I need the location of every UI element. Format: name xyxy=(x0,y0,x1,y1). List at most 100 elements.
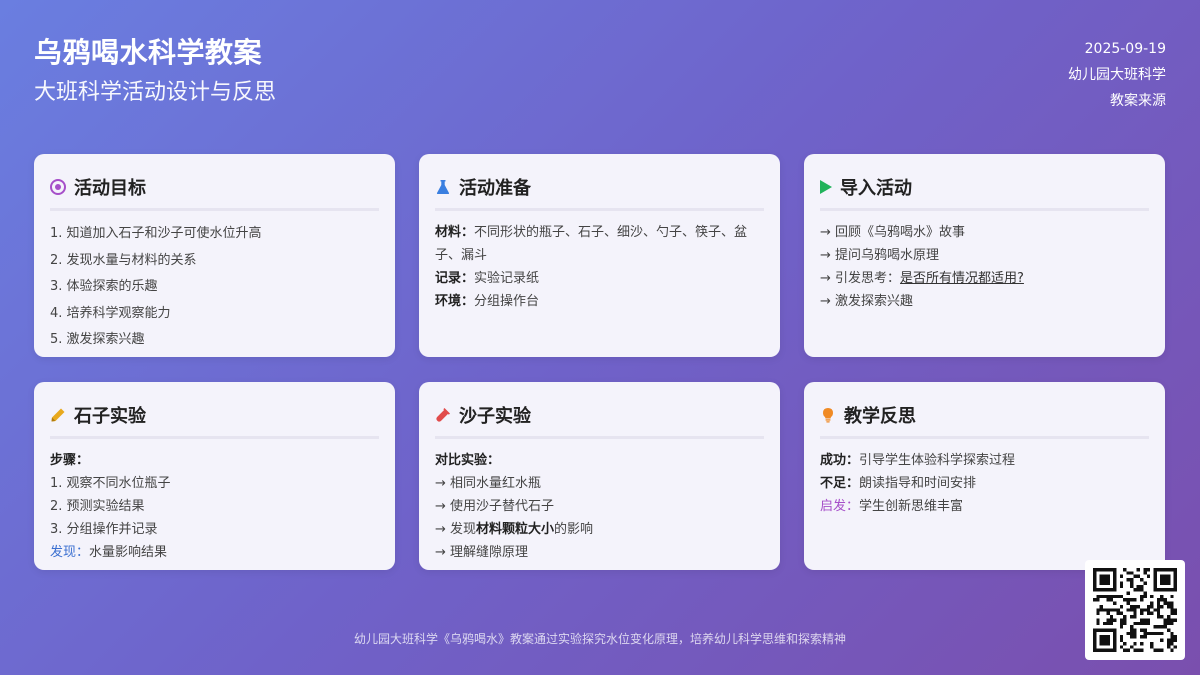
list-item: → 引发思考：是否所有情况都适用? xyxy=(820,267,1149,290)
insight-value: 学生创新思维丰富 xyxy=(859,499,964,514)
qr-module xyxy=(1096,594,1100,599)
qr-module xyxy=(1099,594,1104,599)
qr-module xyxy=(1129,584,1134,589)
card-intro: 导入活动 → 回顾《乌鸦喝水》故事 → 提问乌鸦喝水原理 → 引发思考：是否所有… xyxy=(804,154,1165,357)
finding-line: 发现：水量影响结果 xyxy=(50,541,379,564)
qr-module xyxy=(1140,594,1144,599)
materials-value: 不同形状的瓶子、石子、细沙、勺子、筷子、盆子、漏斗 xyxy=(435,225,748,263)
qr-module xyxy=(1156,601,1161,605)
qr-module xyxy=(1126,608,1130,612)
qr-module xyxy=(1156,611,1161,616)
qr-module xyxy=(1146,621,1151,626)
lack-value: 朗读指导和时间安排 xyxy=(859,476,977,491)
qr-module xyxy=(1119,611,1124,616)
qr-module xyxy=(1109,608,1114,612)
qr-module xyxy=(1126,591,1130,595)
qr-module xyxy=(1113,594,1117,599)
success-value: 引导学生体验科学探索过程 xyxy=(859,453,1016,468)
date-text: 2025-09-19 xyxy=(1084,41,1166,57)
flask-icon xyxy=(435,179,451,195)
qr-module xyxy=(1160,625,1164,629)
qr-module xyxy=(1129,615,1134,619)
qr-module xyxy=(1123,621,1127,626)
qr-module xyxy=(1106,594,1110,599)
qr-module xyxy=(1103,594,1107,599)
question-link[interactable]: 是否所有情况都适用? xyxy=(900,271,1024,286)
qr-module xyxy=(1163,598,1167,602)
qr-module xyxy=(1146,574,1151,579)
qr-module xyxy=(1106,608,1110,612)
qr-module xyxy=(1163,601,1167,605)
card-stone-header: 石子实验 xyxy=(50,402,379,439)
qr-module xyxy=(1166,601,1171,605)
qr-module xyxy=(1136,568,1141,572)
lack-line: 不足：朗读指导和时间安排 xyxy=(820,472,1149,495)
qr-module xyxy=(1123,615,1127,619)
list-item: 1. 观察不同水位瓶子 xyxy=(50,476,171,491)
qr-module xyxy=(1140,608,1144,612)
qr-module xyxy=(1093,598,1097,602)
qr-module xyxy=(1133,588,1137,592)
qr-module xyxy=(1109,621,1114,626)
qr-module xyxy=(1156,598,1161,602)
list-item: 1. 知道加入石子和沙子可使水位升高 xyxy=(50,226,262,241)
list-item: → 回顾《乌鸦喝水》故事 xyxy=(820,225,966,240)
prep-environment: 环境：分组操作台 xyxy=(435,290,764,313)
qr-module xyxy=(1140,598,1144,602)
qr-module xyxy=(1170,621,1174,626)
qr-module xyxy=(1150,594,1154,599)
qr-module xyxy=(1160,574,1171,585)
qr-module xyxy=(1129,608,1134,612)
qr-module xyxy=(1119,621,1124,626)
env-label: 环境： xyxy=(435,294,475,309)
list-item: → 使用沙子替代石子 xyxy=(435,499,555,514)
qr-module xyxy=(1129,581,1134,585)
list-item: → 理解缝隙原理 xyxy=(435,545,529,560)
qr-module xyxy=(1156,604,1161,609)
qr-module xyxy=(1126,648,1130,652)
qr-module xyxy=(1156,625,1161,629)
qr-module xyxy=(1136,621,1141,626)
compare-label: 对比实验： xyxy=(435,453,501,468)
success-label: 成功： xyxy=(820,453,860,468)
qr-module xyxy=(1109,594,1114,599)
qr-module xyxy=(1173,608,1177,612)
card-prep: 活动准备 材料：不同形状的瓶子、石子、细沙、勺子、筷子、盆子、漏斗 记录：实验记… xyxy=(419,154,780,357)
qr-module xyxy=(1106,598,1110,602)
qr-module xyxy=(1140,578,1144,582)
qr-module xyxy=(1140,611,1144,616)
qr-module xyxy=(1143,581,1147,585)
qr-module xyxy=(1126,571,1130,575)
qr-module xyxy=(1129,578,1134,582)
discover-bold: 材料颗粒大小 xyxy=(476,522,555,537)
qr-module xyxy=(1146,618,1151,622)
finding-value: 水量影响结果 xyxy=(89,545,168,560)
env-value: 分组操作台 xyxy=(474,294,540,309)
card-reflection: 教学反思 成功：引导学生体验科学探索过程 不足：朗读指导和时间安排 启发：学生创… xyxy=(804,382,1165,570)
qr-module xyxy=(1153,648,1157,652)
qr-module xyxy=(1096,611,1100,616)
qr-module xyxy=(1103,621,1107,626)
pencil-icon xyxy=(50,407,66,423)
discover-suffix: 的影响 xyxy=(554,522,594,537)
qr-module xyxy=(1166,615,1171,619)
list-item: 3. 体验探索的乐趣 xyxy=(50,279,158,294)
qr-module xyxy=(1113,601,1117,605)
finding-label: 发现： xyxy=(50,545,90,560)
qr-module xyxy=(1170,604,1174,609)
qr-module xyxy=(1166,604,1171,609)
qr-module xyxy=(1163,625,1167,629)
qr-module xyxy=(1133,615,1137,619)
list-item: → 发现材料颗粒大小的影响 xyxy=(435,518,764,541)
card-reflection-title: 教学反思 xyxy=(844,406,916,427)
qr-module xyxy=(1109,598,1114,602)
qr-module xyxy=(1140,618,1144,622)
think-prefix: → 引发思考： xyxy=(820,271,901,286)
page-subtitle: 大班科学活动设计与反思 xyxy=(34,80,277,105)
prep-record: 记录：实验记录纸 xyxy=(435,267,764,290)
materials-label: 材料： xyxy=(435,225,475,240)
footer-text: 幼儿园大班科学《乌鸦喝水》教案通过实验探究水位变化原理，培养幼儿科学思维和探索精… xyxy=(353,632,846,646)
qr-module xyxy=(1136,584,1141,589)
qr-module xyxy=(1099,608,1104,612)
qr-module xyxy=(1119,581,1124,585)
